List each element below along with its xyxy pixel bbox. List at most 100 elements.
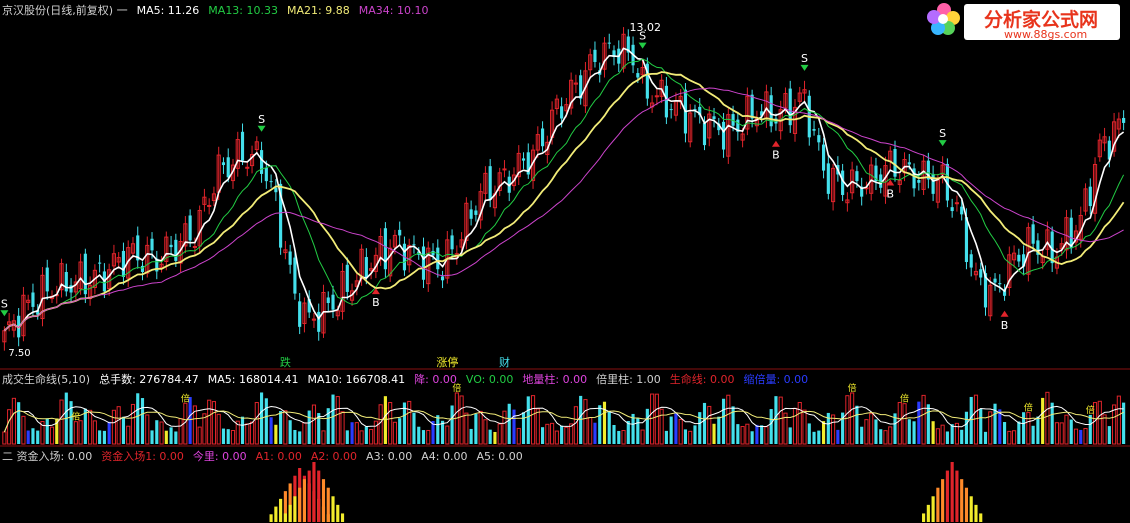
candle-body [1122,117,1126,123]
fund-bar [302,479,307,522]
candle-body [245,166,250,169]
candle-body [317,311,321,332]
volume-bar [969,396,973,444]
volume-bar [507,403,511,444]
volume-bar [945,431,949,444]
fund-bar [307,470,311,522]
volume-bar [750,431,754,444]
candle-body [560,106,564,119]
fund-bar [293,496,297,522]
candle-body [826,163,830,194]
volume-bar [755,424,759,444]
sell-signal-label: S [801,52,808,65]
candle-body [174,239,178,261]
volume-bar [436,415,440,444]
volume-bar [602,401,607,444]
volume-bar [769,409,773,444]
candle-body [274,187,278,193]
chart-background [0,0,1130,523]
candle-body [1088,186,1092,207]
volume-bar [855,405,859,444]
volume-bar [350,422,354,444]
volume-bar [598,405,602,444]
volume-bar [907,419,911,444]
volume-bar [45,418,49,444]
volume-marker: 倍 [181,392,190,404]
candle-body [188,215,192,241]
volume-bar [1022,412,1026,444]
sell-signal-label: S [1,297,8,310]
volume-bar [593,422,597,444]
candle-body [383,228,387,270]
volume-bar [331,394,335,444]
volume-bar [1069,419,1073,444]
volume-marker: 倍 [1086,404,1095,416]
fund-header-item: A2: 0.00 [311,450,357,463]
volume-header-item: 缩倍量: 0.00 [743,372,808,386]
candle-body [917,180,921,183]
volume-header-item: MA5: 168014.41 [208,373,299,386]
volume-bar [698,412,702,444]
volume-bar [702,402,707,444]
fund-bar [288,504,292,522]
volume-bar [860,426,864,444]
volume-bar [98,430,102,444]
volume-bar [836,429,840,444]
volume-bar [612,425,616,444]
candle-body [98,262,102,264]
volume-bar [140,398,145,444]
candle-body [226,157,230,178]
candle-body [364,257,368,279]
candle-body [83,253,87,295]
volume-bar [36,430,40,444]
fund-bar [331,496,335,522]
fund-bar [321,479,326,522]
stock-chart: SSSSSBBBB13.027.50跌 涨停财 倍倍倍 倍倍倍倍 京汉股份(日线,前… [0,0,1130,523]
volume-bar [345,430,349,444]
fund-header-item: A1: 0.00 [256,450,302,463]
fund-bar [298,487,302,522]
volume-bar [1017,421,1021,444]
candle-body [431,250,435,256]
sell-signal-label: S [258,113,265,126]
candle-body [593,49,597,62]
volume-bar [421,430,426,444]
fund-bar [955,470,959,522]
volume-bar [512,409,516,444]
volume-bar [121,416,126,444]
fund-bar [279,498,283,522]
candle-body [293,257,297,294]
volume-bar [1079,429,1083,444]
volume-bar [1107,426,1111,444]
candle-body [412,244,416,246]
main-header-item: MA13: 10.33 [208,4,278,17]
volume-header-item: MA10: 166708.41 [307,373,405,386]
fund-bar [979,513,983,522]
buy-signal-label: B [1001,319,1009,332]
volume-bar [26,430,30,444]
volume-bar [274,424,278,444]
volume-bar [1036,416,1040,444]
volume-bar [107,421,111,444]
fund-bar [922,513,926,522]
fund-bar [945,470,949,522]
volume-bar [560,425,564,444]
fund-header-item: A5: 0.00 [476,450,522,463]
volume-bar [226,429,230,444]
volume-bar [617,430,621,444]
volume-bar [221,428,226,444]
candle-body [502,168,507,171]
fund-header-item: 今里: 0.00 [193,449,247,463]
candle-body [931,173,935,194]
volume-bar [174,431,178,444]
volume-bar [879,429,883,444]
volume-bar [683,429,688,444]
high-price-label: 13.02 [630,21,662,34]
fund-bar [964,487,969,522]
candle-body [1017,254,1021,262]
volume-bar [998,409,1002,444]
sell-signal-label: S [939,127,946,140]
volume-bar [579,395,583,444]
fund-header-item: 二 资金入场: 0.00 [2,449,92,463]
fund-bar [326,487,330,522]
